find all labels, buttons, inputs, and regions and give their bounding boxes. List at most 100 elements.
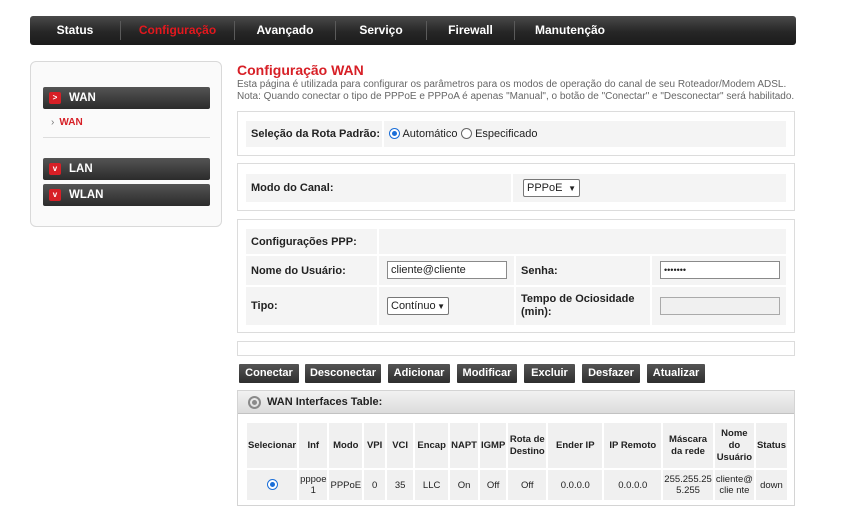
radio-especificado[interactable]	[461, 128, 472, 139]
row-select-radio[interactable]	[266, 479, 278, 490]
idle-value-cell	[652, 287, 786, 325]
cell-mode: PPPoE	[329, 470, 363, 500]
page-description: Esta página é utilizada para configurar …	[237, 79, 795, 102]
cell-inf: pppoe 1	[299, 470, 328, 500]
route-options-cell: Automático Especificado	[384, 121, 786, 147]
username-value-cell	[379, 256, 514, 285]
route-panel: Seleção da Rota Padrão: Automático Espec…	[237, 111, 795, 156]
delete-button[interactable]: Excluir	[524, 364, 575, 383]
password-value-cell: •••••••	[652, 256, 786, 285]
col-header: IGMP	[480, 423, 507, 468]
col-header: IP Remoto	[604, 423, 662, 468]
username-label: Nome do Usuário:	[251, 265, 346, 277]
password-label-cell: Senha:	[516, 256, 650, 285]
col-header: Ender IP	[548, 423, 603, 468]
col-header: Status	[755, 423, 787, 468]
wan-interfaces-panel: WAN Interfaces Table: Selecionar Inf Mod…	[237, 390, 795, 506]
cell-encap: LLC	[415, 470, 449, 500]
ppp-panel: Configurações PPP: Nome do Usuário: Senh…	[237, 219, 795, 333]
idle-time-input[interactable]	[660, 297, 780, 315]
chevron-down-icon: ▼	[437, 301, 445, 311]
ppp-section-empty	[379, 229, 786, 254]
gear-icon	[248, 395, 261, 409]
nav-avancado[interactable]: Avançado	[235, 16, 335, 45]
modify-button[interactable]: Modificar	[457, 364, 517, 383]
sidebar-subitem-wan[interactable]: › WAN	[51, 117, 83, 128]
cell-ip: 0.0.0.0	[548, 470, 603, 500]
sidebar-item-label: WLAN	[69, 189, 104, 201]
channel-label-cell: Modo do Canal:	[246, 174, 511, 202]
connect-button[interactable]: Conectar	[239, 364, 299, 383]
col-header: VCI	[387, 423, 414, 468]
col-header: Nome do Usuário	[714, 423, 754, 468]
username-input[interactable]	[387, 261, 507, 279]
nav-configuracao[interactable]: Configuração	[121, 16, 234, 45]
type-label-cell: Tipo:	[246, 287, 377, 325]
undo-button[interactable]: Desfazer	[582, 364, 640, 383]
cell-user: cliente@ clie nte	[714, 470, 754, 500]
route-auto-option[interactable]: Automático	[389, 128, 457, 140]
cell-napt: On	[450, 470, 478, 500]
col-header: Encap	[415, 423, 449, 468]
chevron-down-icon: v	[49, 163, 61, 175]
idle-label: Tempo de Ociosidade (min):	[521, 293, 635, 318]
type-value-cell: Contínuo ▼	[379, 287, 514, 325]
password-field[interactable]: •••••••	[660, 261, 780, 279]
top-navigation: Status Configuração Avançado Serviço Fir…	[30, 16, 796, 45]
nav-manutencao[interactable]: Manutenção	[515, 16, 625, 45]
radio-automatico[interactable]	[389, 128, 400, 139]
route-label: Seleção da Rota Padrão:	[251, 128, 380, 140]
col-header: Rota de Destino	[508, 423, 547, 468]
sidebar-divider	[43, 137, 210, 138]
page-title: Configuração WAN	[237, 62, 364, 78]
nav-servico[interactable]: Serviço	[336, 16, 426, 45]
col-header: Inf	[299, 423, 328, 468]
channel-value-cell: PPPoE ▼	[513, 174, 786, 202]
empty-panel	[237, 341, 795, 356]
route-label-cell: Seleção da Rota Padrão:	[246, 121, 382, 147]
table-header-row: Selecionar Inf Modo VPI VCI Encap NAPT I…	[247, 423, 787, 468]
route-specific-label: Especificado	[475, 128, 538, 140]
wan-table-header: WAN Interfaces Table:	[238, 391, 794, 414]
type-label: Tipo:	[251, 300, 278, 312]
col-header: Selecionar	[247, 423, 298, 468]
table-row: pppoe 1 PPPoE 0 35 LLC On Off Off 0.0.0.…	[247, 470, 787, 500]
chevron-down-icon: v	[49, 189, 61, 201]
channel-label: Modo do Canal:	[251, 182, 334, 194]
cell-vpi: 0	[364, 470, 386, 500]
password-label: Senha:	[521, 265, 558, 277]
ppp-section-label: Configurações PPP:	[251, 236, 357, 248]
sidebar: > WAN › WAN v LAN v WLAN	[30, 61, 222, 227]
nav-status[interactable]: Status	[30, 16, 120, 45]
cell-remote-ip: 0.0.0.0	[604, 470, 662, 500]
route-specific-option[interactable]: Especificado	[461, 128, 537, 140]
sidebar-item-wlan[interactable]: v WLAN	[43, 184, 210, 206]
channel-mode-select[interactable]: PPPoE ▼	[523, 179, 580, 197]
add-button[interactable]: Adicionar	[388, 364, 450, 383]
col-header: VPI	[364, 423, 386, 468]
cell-route: Off	[508, 470, 547, 500]
username-label-cell: Nome do Usuário:	[246, 256, 377, 285]
col-header: Máscara da rede	[663, 423, 713, 468]
wan-interfaces-table: Selecionar Inf Modo VPI VCI Encap NAPT I…	[245, 421, 789, 502]
arrow-right-icon: ›	[51, 117, 55, 128]
col-header: NAPT	[450, 423, 478, 468]
sidebar-item-wan[interactable]: > WAN	[43, 87, 210, 109]
wan-table-title: WAN Interfaces Table:	[267, 396, 383, 408]
nav-firewall[interactable]: Firewall	[427, 16, 514, 45]
ppp-section-cell: Configurações PPP:	[246, 229, 377, 254]
sidebar-item-label: LAN	[69, 163, 93, 175]
cell-status: down	[755, 470, 787, 500]
route-auto-label: Automático	[402, 128, 458, 140]
cell-igmp: Off	[480, 470, 507, 500]
idle-label-cell: Tempo de Ociosidade (min):	[516, 287, 650, 325]
select-cell	[247, 470, 298, 500]
disconnect-button[interactable]: Desconectar	[305, 364, 381, 383]
chevron-down-icon: ▼	[568, 183, 576, 193]
channel-panel: Modo do Canal: PPPoE ▼	[237, 163, 795, 211]
sidebar-item-lan[interactable]: v LAN	[43, 158, 210, 180]
type-select[interactable]: Contínuo ▼	[387, 297, 449, 315]
cell-mask: 255.255.25 5.255	[663, 470, 713, 500]
cell-vci: 35	[387, 470, 414, 500]
refresh-button[interactable]: Atualizar	[647, 364, 705, 383]
